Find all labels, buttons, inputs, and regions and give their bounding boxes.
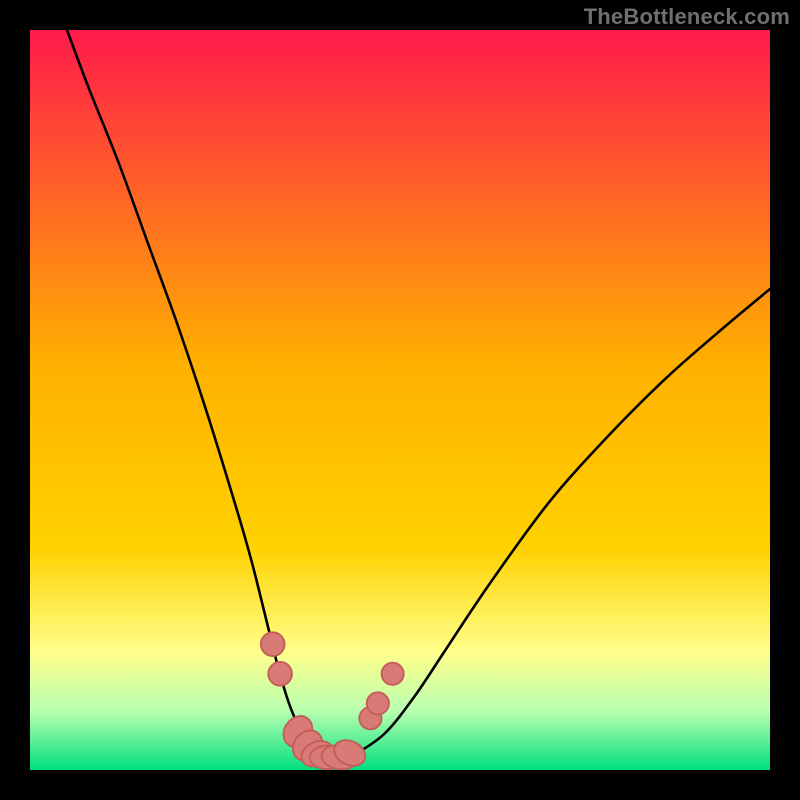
data-marker bbox=[382, 663, 404, 685]
data-marker bbox=[261, 632, 285, 656]
gradient-background bbox=[30, 30, 770, 770]
plot-area bbox=[30, 30, 770, 770]
data-marker bbox=[367, 692, 389, 714]
chart-svg bbox=[30, 30, 770, 770]
data-marker bbox=[268, 662, 292, 686]
watermark-text: TheBottleneck.com bbox=[584, 4, 790, 30]
chart-frame: TheBottleneck.com bbox=[0, 0, 800, 800]
